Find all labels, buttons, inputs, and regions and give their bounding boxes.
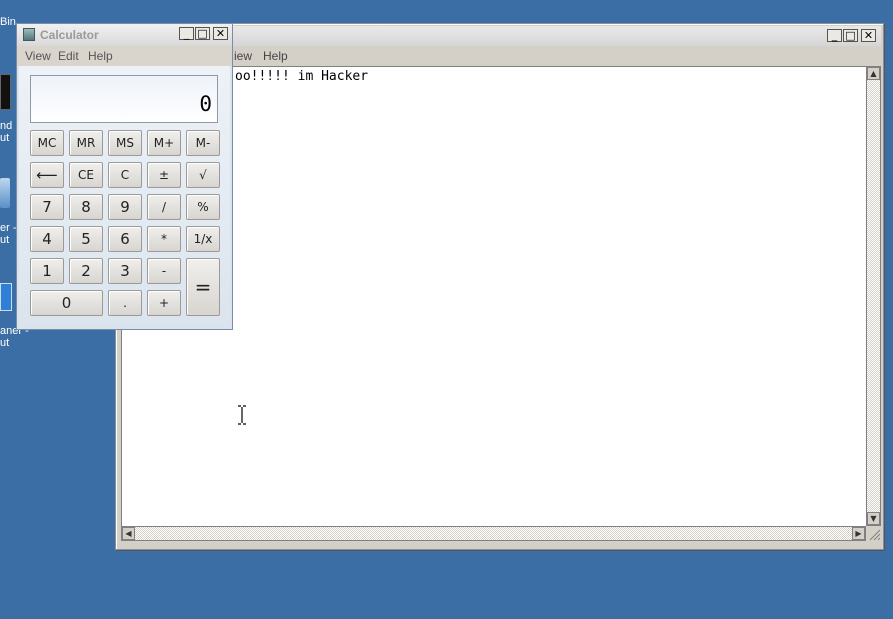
notepad-menu-help[interactable]: Help <box>263 49 288 63</box>
scroll-up-arrow-icon[interactable]: ▲ <box>867 67 880 80</box>
subtract-button[interactable]: - <box>147 258 181 284</box>
notepad-menu-view[interactable]: iew <box>234 49 252 63</box>
notepad-text-area[interactable]: oo!!!!! im Hacker <box>121 66 868 528</box>
m-plus-button[interactable]: M+ <box>147 130 181 156</box>
digit-5-button[interactable]: 5 <box>69 226 103 252</box>
digit-2-button[interactable]: 2 <box>69 258 103 284</box>
calculator-window: Calculator _ □ ✕ View Edit Help 0 MC MR … <box>16 23 233 330</box>
notepad-minimize-button[interactable]: _ <box>827 29 842 42</box>
digit-6-button[interactable]: 6 <box>108 226 142 252</box>
percent-button[interactable]: % <box>186 194 220 220</box>
scroll-right-arrow-icon[interactable]: ▶ <box>852 527 865 540</box>
notepad-vertical-scrollbar[interactable]: ▲ ▼ <box>866 66 881 526</box>
calculator-display: 0 <box>30 75 218 123</box>
digit-4-button[interactable]: 4 <box>30 226 64 252</box>
multiply-button[interactable]: * <box>147 226 181 252</box>
calculator-maximize-button[interactable]: □ <box>195 27 210 40</box>
calculator-title-bar[interactable]: Calculator _ □ ✕ <box>17 24 232 46</box>
equals-button[interactable]: = <box>186 258 220 316</box>
calculator-app-icon <box>23 28 35 41</box>
decimal-button[interactable]: . <box>108 290 142 316</box>
desktop-label-command-shortcut: nd ut <box>0 120 13 144</box>
mc-button[interactable]: MC <box>30 130 64 156</box>
desktop-label-explorer-shortcut: er - ut <box>0 222 17 246</box>
ibeam-cursor-icon <box>237 405 247 428</box>
notepad-horizontal-scrollbar[interactable]: ◀ ▶ <box>121 526 866 541</box>
digit-0-button[interactable]: 0 <box>30 290 103 316</box>
calculator-display-value: 0 <box>199 92 212 116</box>
resize-grip-icon[interactable] <box>866 526 881 541</box>
notepad-close-button[interactable]: ✕ <box>861 29 876 42</box>
calculator-menu-bar: View Edit Help <box>17 46 232 66</box>
backspace-button[interactable]: ⟵ <box>30 162 64 188</box>
desktop-label-recycle-bin: Bin <box>0 16 16 28</box>
divide-button[interactable]: / <box>147 194 181 220</box>
digit-7-button[interactable]: 7 <box>30 194 64 220</box>
terminal-shortcut-icon[interactable] <box>0 74 11 110</box>
reciprocal-button[interactable]: 1/x <box>186 226 220 252</box>
ms-button[interactable]: MS <box>108 130 142 156</box>
digit-3-button[interactable]: 3 <box>108 258 142 284</box>
computer-shortcut-icon[interactable] <box>0 178 10 208</box>
mr-button[interactable]: MR <box>69 130 103 156</box>
notepad-maximize-button[interactable]: □ <box>843 29 858 42</box>
m-minus-button[interactable]: M- <box>186 130 220 156</box>
calculator-menu-view[interactable]: View <box>25 49 51 63</box>
calculator-close-button[interactable]: ✕ <box>213 27 228 40</box>
square-root-button[interactable]: √ <box>186 162 220 188</box>
notepad-text-content: oo!!!!! im Hacker <box>235 69 369 84</box>
calculator-menu-help[interactable]: Help <box>88 49 113 63</box>
digit-1-button[interactable]: 1 <box>30 258 64 284</box>
ce-button[interactable]: CE <box>69 162 103 188</box>
calculator-minimize-button[interactable]: _ <box>179 27 194 40</box>
calculator-menu-edit[interactable]: Edit <box>58 49 79 63</box>
control-panel-shortcut-icon[interactable] <box>0 283 12 311</box>
clear-button[interactable]: C <box>108 162 142 188</box>
digit-8-button[interactable]: 8 <box>69 194 103 220</box>
digit-9-button[interactable]: 9 <box>108 194 142 220</box>
scroll-left-arrow-icon[interactable]: ◀ <box>122 527 135 540</box>
plus-minus-button[interactable]: ± <box>147 162 181 188</box>
calculator-title: Calculator <box>40 28 99 42</box>
add-button[interactable]: + <box>147 290 181 316</box>
scroll-down-arrow-icon[interactable]: ▼ <box>867 512 880 525</box>
